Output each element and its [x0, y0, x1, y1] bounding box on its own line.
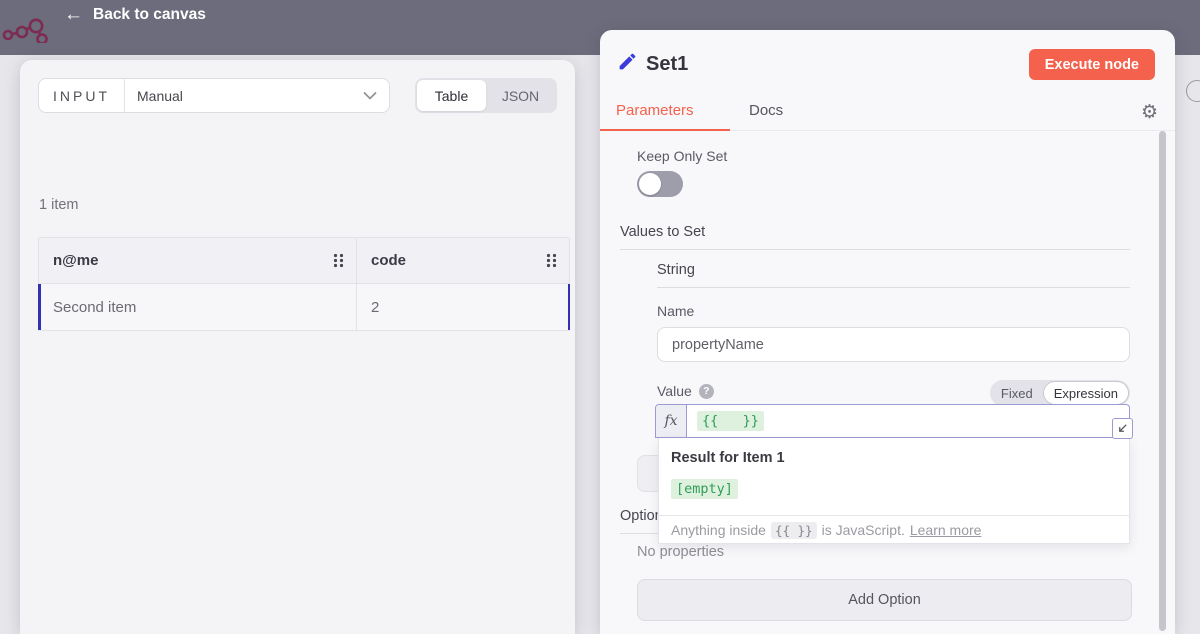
table-row[interactable]: Second item 2 — [39, 284, 569, 330]
execute-node-button[interactable]: Execute node — [1029, 49, 1155, 80]
string-section-heading: String — [657, 262, 1130, 288]
tab-docs[interactable]: Docs — [749, 102, 783, 119]
hint-text: Anything inside — [671, 522, 766, 538]
gear-icon[interactable]: ⚙ — [1141, 101, 1158, 124]
result-title: Result for Item 1 — [671, 450, 785, 466]
fx-icon: fx — [656, 405, 687, 437]
drag-handle-icon[interactable] — [546, 253, 557, 268]
add-option-button[interactable]: Add Option — [637, 579, 1132, 621]
expression-result-popup: Result for Item 1 [empty] Anything insid… — [658, 438, 1130, 544]
fixed-mode-button[interactable]: Fixed — [991, 381, 1043, 405]
json-view-tab[interactable]: JSON — [486, 80, 555, 111]
partial-circle-glyph — [1186, 80, 1200, 102]
n8n-logo-icon — [2, 13, 56, 48]
input-panel: INPUT Manual Table JSON 1 item n@me code — [20, 60, 575, 634]
name-field-label: Name — [657, 303, 694, 319]
node-tabs: Parameters Docs ⚙ — [600, 98, 1175, 131]
chevron-down-icon — [363, 91, 377, 100]
back-arrow-icon[interactable]: ← — [64, 4, 83, 26]
tab-parameters[interactable]: Parameters — [616, 102, 694, 119]
expression-input[interactable]: fx {{ }} — [655, 404, 1130, 438]
input-source-label: INPUT — [39, 79, 125, 112]
expand-expression-icon[interactable] — [1112, 418, 1133, 439]
table-cell-code[interactable]: 2 — [356, 284, 569, 330]
no-properties-text: No properties — [637, 544, 724, 560]
values-to-set-heading: Values to Set — [620, 224, 1130, 250]
keep-only-set-label: Keep Only Set — [637, 148, 727, 164]
row-highlight-bar — [38, 284, 41, 330]
expression-code[interactable]: {{ }} — [697, 411, 764, 431]
back-to-canvas-link[interactable]: Back to canvas — [93, 6, 206, 24]
input-source-select[interactable]: INPUT Manual — [38, 78, 390, 113]
edit-pencil-icon[interactable] — [617, 51, 638, 77]
hint-braces-badge: {{ }} — [771, 522, 817, 539]
result-value: [empty] — [671, 479, 738, 499]
node-settings-panel: Set1 Execute node Parameters Docs ⚙ Keep… — [600, 30, 1175, 634]
expression-mode-button[interactable]: Expression — [1043, 381, 1129, 405]
items-count: 1 item — [39, 197, 79, 213]
view-mode-toggle: Table JSON — [415, 78, 557, 113]
hint-text: is JavaScript. — [822, 522, 905, 538]
expression-hint: Anything inside {{ }} is JavaScript. Lea… — [659, 515, 1129, 544]
column-title: code — [371, 252, 406, 269]
toggle-knob — [639, 173, 661, 195]
column-title: n@me — [53, 252, 98, 269]
help-icon[interactable]: ? — [699, 384, 714, 399]
drag-handle-icon[interactable] — [333, 253, 344, 268]
table-cell-name[interactable]: Second item — [39, 284, 356, 330]
name-field-input[interactable] — [657, 327, 1130, 362]
row-highlight-bar — [568, 284, 571, 330]
table-header-row: n@me code — [39, 238, 569, 284]
input-source-value: Manual — [125, 88, 363, 104]
fixed-expression-toggle: Fixed Expression — [990, 380, 1130, 406]
learn-more-link[interactable]: Learn more — [910, 522, 982, 538]
value-field-label: Value — [657, 383, 692, 399]
node-title[interactable]: Set1 — [646, 53, 688, 76]
input-data-table: n@me code Second item 2 — [38, 237, 570, 331]
keep-only-set-toggle[interactable] — [637, 171, 683, 197]
table-header-cell[interactable]: n@me — [39, 238, 356, 284]
table-header-cell[interactable]: code — [356, 238, 569, 284]
table-view-tab[interactable]: Table — [417, 80, 486, 111]
scrollbar-thumb[interactable] — [1159, 131, 1166, 631]
